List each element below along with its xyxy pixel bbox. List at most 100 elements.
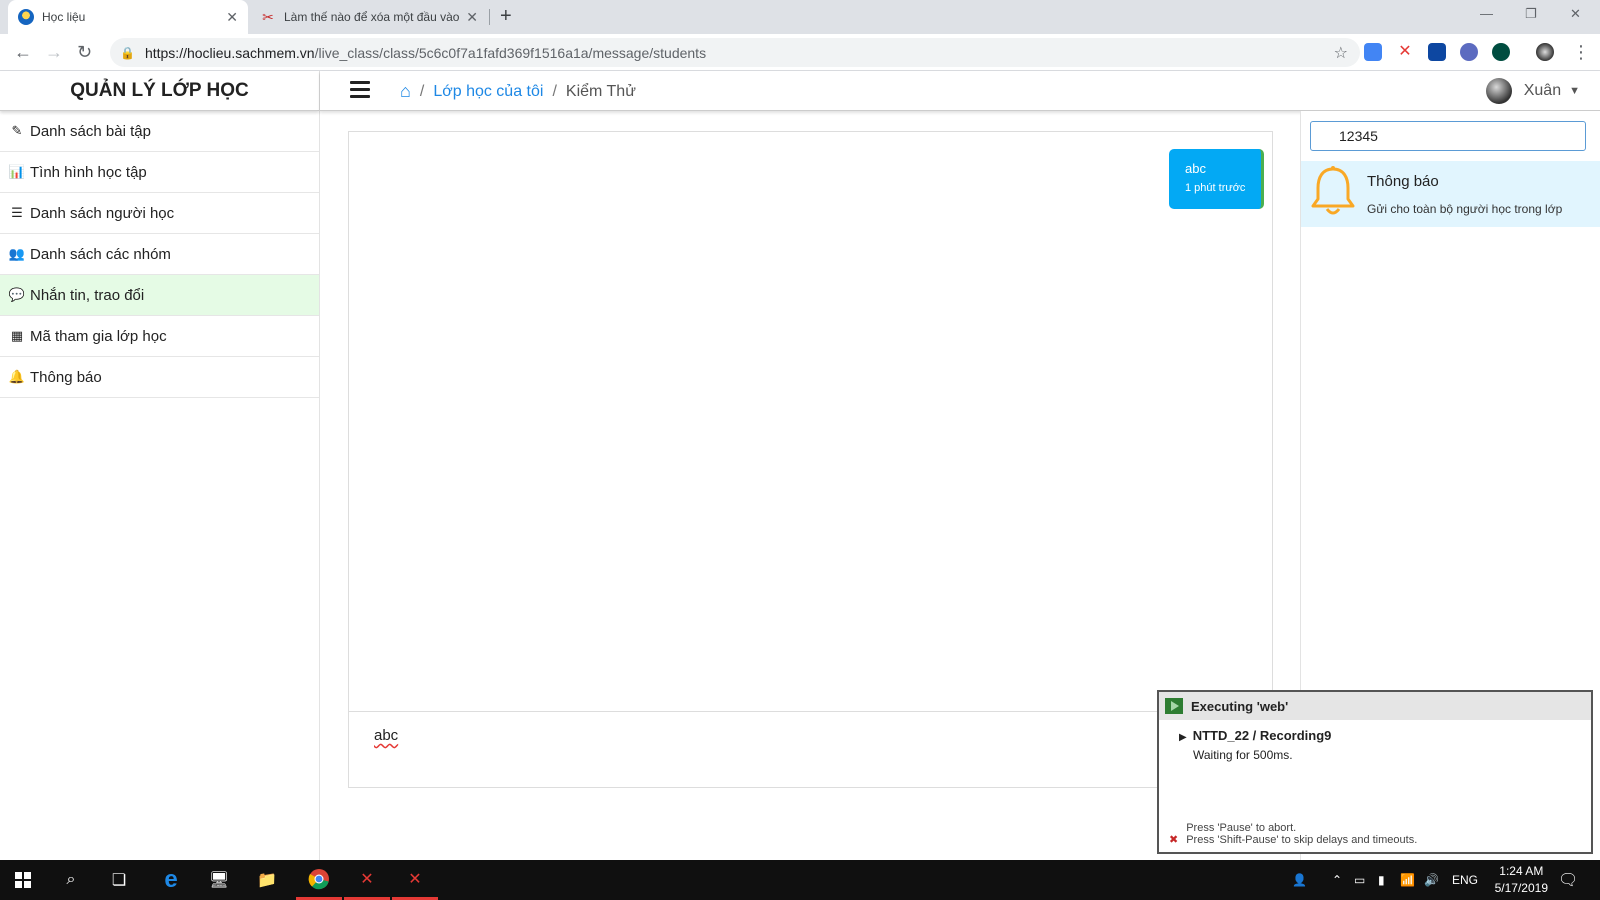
close-tab-icon[interactable]: ✕: [226, 9, 238, 26]
search-input[interactable]: 12345: [1310, 121, 1586, 151]
broadcast-notice-item[interactable]: Thông báo Gửi cho toàn bộ người học tron…: [1301, 161, 1600, 227]
message-bubble: abc 1 phút trước: [1169, 149, 1264, 209]
chrome-icon[interactable]: [296, 860, 342, 900]
recording-row: ▶ NTTD_22 / Recording9: [1159, 720, 1591, 743]
clock-date: 5/17/2019: [1494, 881, 1548, 895]
back-icon[interactable]: ←: [14, 42, 32, 63]
browser-menu-icon[interactable]: ⋮: [1572, 42, 1590, 63]
search-icon[interactable]: ⌕: [48, 860, 94, 900]
overlay-hints: ✖ Press 'Pause' to abort. Press 'Shift-P…: [1169, 822, 1417, 846]
sidebar-item-learners[interactable]: ☰ Danh sách người học: [0, 193, 319, 234]
chat-panel: abc 1 phút trước abc: [348, 131, 1273, 788]
tab-question[interactable]: ✂ Làm thế nào để xóa một đầu vào ✕: [250, 0, 488, 34]
site-favicon-icon: [18, 9, 34, 25]
tab-title: Học liệu: [42, 10, 86, 24]
tablet-icon[interactable]: ▭: [1354, 860, 1365, 900]
system-clock[interactable]: 1:24 AM 5/17/2019: [1495, 863, 1548, 897]
hamburger-menu-icon[interactable]: [350, 81, 370, 98]
sidebar-item-label: Danh sách bài tập: [30, 122, 151, 140]
sidebar-item-label: Danh sách người học: [30, 204, 175, 222]
hint-pause: Press 'Pause' to abort.: [1186, 822, 1297, 834]
message-input[interactable]: abc: [374, 727, 398, 744]
breadcrumb-current: Kiểm Thử: [565, 82, 636, 100]
comment-icon: 💬: [8, 287, 26, 302]
app-icon[interactable]: 🖥: [196, 860, 242, 900]
message-time: 1 phút trước: [1185, 182, 1246, 194]
recording-name: NTTD_22 / Recording9: [1192, 728, 1332, 743]
sidebar-item-label: Tình hình học tập: [30, 163, 147, 181]
extension-icon[interactable]: [1492, 43, 1510, 61]
close-tab-icon[interactable]: ✕: [466, 9, 478, 26]
breadcrumb-separator: /: [552, 82, 557, 100]
sidebar-item-messages[interactable]: 💬 Nhắn tin, trao đổi: [0, 275, 319, 316]
bell-icon: [1311, 166, 1355, 215]
katalon-recorder-icon[interactable]: ✕: [344, 860, 390, 900]
bar-chart-icon: 📊: [8, 164, 26, 179]
edit-icon: ✎: [11, 123, 23, 138]
sidebar: QUẢN LÝ LỚP HỌC ✎ Danh sách bài tập 📊 Tì…: [0, 71, 320, 860]
chevron-down-icon: ▼: [1569, 85, 1580, 97]
tool-favicon-icon: ✂: [262, 9, 274, 25]
notice-subtitle: Gửi cho toàn bộ người học trong lớp: [1367, 202, 1563, 216]
extension-icon[interactable]: [1428, 43, 1446, 61]
app-top-bar: ⌂ / Lớp học của tôi / Kiểm Thử Xuân ▼: [320, 71, 1600, 111]
sidebar-item-label: Nhắn tin, trao đổi: [30, 286, 145, 304]
taskbar: ⌕ ❏ e 🖥 📁 ✕ ✕ 👤 ⌃ ▭ ▮ 📶 🔊 ENG 1:24 AM 5/…: [0, 860, 1600, 900]
windows-start-icon[interactable]: [0, 860, 46, 900]
sidebar-item-label: Danh sách các nhóm: [30, 245, 171, 263]
task-view-icon[interactable]: ❏: [96, 860, 142, 900]
url-host: https://hoclieu.sachmem.vn: [144, 44, 315, 61]
wifi-icon[interactable]: 📶: [1400, 860, 1415, 900]
breadcrumb-my-classes[interactable]: Lớp học của tôi: [433, 83, 543, 101]
sidebar-item-notifications[interactable]: 🔔 Thông báo: [0, 357, 319, 398]
notice-title: Thông báo: [1367, 173, 1439, 190]
profile-avatar[interactable]: [1536, 43, 1554, 61]
volume-icon[interactable]: 🔊: [1424, 860, 1439, 900]
sidebar-item-label: Mã tham gia lớp học: [30, 327, 167, 345]
expand-triangle-icon[interactable]: ▶: [1179, 732, 1187, 743]
minimize-icon[interactable]: —: [1480, 6, 1493, 21]
bell-icon: 🔔: [8, 369, 26, 384]
bookmark-star-icon[interactable]: ☆: [1334, 43, 1348, 63]
file-explorer-icon[interactable]: 📁: [244, 860, 290, 900]
play-icon: [1165, 698, 1183, 714]
tab-title: Làm thế nào để xóa một đầu vào: [284, 10, 460, 24]
breadcrumb-separator: /: [419, 82, 425, 100]
katalon-extension-icon[interactable]: ✕: [1396, 43, 1414, 61]
show-hidden-icons-chevron-icon[interactable]: ⌃: [1332, 860, 1342, 900]
overlay-status: Waiting for 500ms.: [1193, 748, 1293, 762]
user-menu[interactable]: Xuân ▼: [1485, 78, 1580, 104]
notification-center-icon[interactable]: 🗨: [1558, 860, 1578, 900]
people-icon[interactable]: 👤: [1292, 860, 1307, 900]
abort-icon[interactable]: ✖: [1169, 833, 1178, 846]
battery-icon[interactable]: ▮: [1378, 860, 1385, 900]
address-bar: ← → ↻ 🔒 https://hoclieu.sachmem.vn/live_…: [0, 34, 1600, 71]
message-list: abc 1 phút trước: [349, 132, 1272, 712]
edge-browser-icon[interactable]: e: [148, 860, 194, 900]
extension-icon[interactable]: [1460, 43, 1478, 61]
new-tab-button[interactable]: +: [500, 5, 512, 28]
restore-icon[interactable]: ❐: [1525, 6, 1537, 22]
lock-icon: 🔒: [120, 45, 135, 60]
reload-icon[interactable]: ↻: [77, 42, 92, 63]
message-text: abc: [1185, 161, 1206, 176]
sidebar-item-join-code[interactable]: ▦ Mã tham gia lớp học: [0, 316, 319, 357]
sidebar-item-progress[interactable]: 📊 Tình hình học tập: [0, 152, 319, 193]
translate-extension-icon[interactable]: [1364, 43, 1382, 61]
tab-hoclieu[interactable]: Học liệu ✕: [8, 0, 248, 34]
qrcode-icon: ▦: [10, 328, 24, 343]
url-input[interactable]: 🔒 https://hoclieu.sachmem.vn/live_class/…: [110, 38, 1360, 67]
overlay-header: Executing 'web': [1159, 692, 1591, 720]
close-window-icon[interactable]: ✕: [1570, 6, 1581, 22]
browser-tab-bar: Học liệu ✕ ✂ Làm thế nào để xóa một đầu …: [0, 0, 1600, 34]
language-indicator[interactable]: ENG: [1452, 860, 1478, 900]
sidebar-item-groups[interactable]: 👥 Danh sách các nhóm: [0, 234, 319, 275]
sidebar-item-assignments[interactable]: ✎ Danh sách bài tập: [0, 111, 319, 152]
home-icon[interactable]: ⌂: [400, 81, 411, 102]
clock-time: 1:24 AM: [1499, 864, 1544, 878]
users-icon: 👥: [8, 246, 26, 261]
avatar: [1485, 78, 1512, 104]
overlay-title: Executing 'web': [1191, 698, 1289, 714]
katalon-recorder-icon[interactable]: ✕: [392, 860, 438, 900]
forward-icon[interactable]: →: [45, 42, 63, 63]
